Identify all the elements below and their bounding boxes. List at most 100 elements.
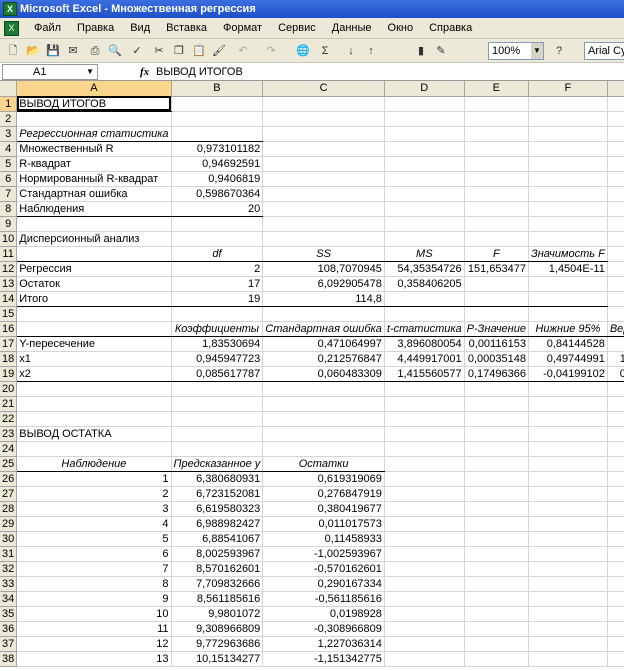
cell-e3[interactable]: [464, 126, 529, 142]
cell-d8[interactable]: [384, 201, 465, 217]
cell-b35[interactable]: 9,9801072: [171, 606, 264, 622]
menu-view[interactable]: Вид: [122, 18, 158, 39]
permission-icon[interactable]: ✉: [64, 42, 82, 60]
print-preview-icon[interactable]: 🔍: [106, 42, 124, 60]
cell-c27[interactable]: 0,276847919: [262, 486, 385, 502]
cell-e9[interactable]: [464, 216, 529, 232]
cell-a25[interactable]: Наблюдение: [16, 455, 172, 472]
cell-g20[interactable]: [607, 381, 624, 397]
cell-f8[interactable]: [528, 201, 608, 217]
cell-f15[interactable]: [528, 306, 608, 322]
autosum-icon[interactable]: Σ: [316, 42, 334, 60]
row-header[interactable]: 29: [0, 516, 18, 532]
cell-g3[interactable]: [607, 126, 624, 142]
cell-c25[interactable]: Остатки: [262, 455, 385, 472]
cell-a34[interactable]: 9: [16, 591, 172, 607]
chevron-down-icon[interactable]: ▼: [531, 43, 543, 59]
cell-c22[interactable]: [262, 411, 385, 427]
cell-g21[interactable]: [607, 396, 624, 412]
cell-a10[interactable]: Дисперсионный анализ: [16, 231, 172, 247]
cell-e30[interactable]: [464, 531, 529, 547]
cell-f17[interactable]: 0,84144528: [528, 336, 608, 352]
row-header[interactable]: 32: [0, 561, 18, 577]
menu-window[interactable]: Окно: [380, 18, 422, 39]
cell-c35[interactable]: 0,0198928: [262, 606, 385, 622]
cell-e5[interactable]: [464, 156, 529, 172]
cell-g8[interactable]: [607, 201, 624, 217]
cell-a15[interactable]: [16, 306, 172, 322]
font-select[interactable]: Arial Cy: [584, 42, 624, 60]
cell-d10[interactable]: [384, 231, 465, 247]
cell-a5[interactable]: R-квадрат: [16, 156, 172, 172]
cell-g35[interactable]: [607, 606, 624, 622]
cell-e20[interactable]: [464, 381, 529, 397]
cell-e16[interactable]: P-Значение: [464, 320, 529, 337]
cell-b11[interactable]: df: [171, 245, 264, 262]
cell-a36[interactable]: 11: [16, 621, 172, 637]
cell-a17[interactable]: Y-пересечение: [16, 336, 172, 352]
menu-edit[interactable]: Правка: [69, 18, 122, 39]
cell-c37[interactable]: 1,227036314: [262, 636, 385, 652]
cell-a28[interactable]: 3: [16, 501, 172, 517]
menu-help[interactable]: Справка: [421, 18, 480, 39]
cell-f7[interactable]: [528, 186, 608, 202]
cell-g18[interactable]: 1,39444553: [607, 351, 624, 367]
cell-c4[interactable]: [262, 141, 385, 157]
cell-d2[interactable]: [384, 111, 465, 127]
cell-d15[interactable]: [384, 306, 465, 322]
cell-d34[interactable]: [384, 591, 465, 607]
cell-f6[interactable]: [528, 171, 608, 187]
cell-g16[interactable]: Верхние 95%: [607, 320, 624, 337]
row-header[interactable]: 15: [0, 306, 18, 322]
cell-g25[interactable]: [607, 456, 624, 472]
cell-b36[interactable]: 9,308966809: [171, 621, 264, 637]
cell-b37[interactable]: 9,772963686: [171, 636, 264, 652]
cell-a27[interactable]: 2: [16, 486, 172, 502]
new-file-icon[interactable]: 🗋: [4, 42, 22, 60]
cell-b26[interactable]: 6,380680931: [171, 471, 264, 487]
cell-b23[interactable]: [171, 426, 264, 442]
cell-d9[interactable]: [384, 216, 465, 232]
cell-f35[interactable]: [528, 606, 608, 622]
cell-g9[interactable]: [607, 216, 624, 232]
row-header[interactable]: 37: [0, 636, 18, 652]
row-header[interactable]: 19: [0, 366, 18, 382]
cell-g24[interactable]: [607, 441, 624, 457]
column-header-a[interactable]: A: [16, 81, 172, 97]
cell-c14[interactable]: 114,8: [262, 291, 385, 307]
cell-c32[interactable]: -0,570162601: [262, 561, 385, 577]
cell-a30[interactable]: 5: [16, 531, 172, 547]
cell-c28[interactable]: 0,380419677: [262, 501, 385, 517]
paste-icon[interactable]: 📋: [190, 42, 208, 60]
row-header[interactable]: 26: [0, 471, 18, 487]
cell-c34[interactable]: -0,561185616: [262, 591, 385, 607]
cell-a20[interactable]: [16, 381, 172, 397]
cell-f34[interactable]: [528, 591, 608, 607]
column-header-f[interactable]: F: [528, 81, 608, 97]
cell-d1[interactable]: [384, 96, 465, 112]
cell-f23[interactable]: [528, 426, 608, 442]
row-header[interactable]: 21: [0, 396, 18, 412]
cell-c13[interactable]: 6,092905478: [262, 276, 385, 292]
cell-b1[interactable]: [171, 96, 264, 112]
cell-b32[interactable]: 8,570162601: [171, 561, 264, 577]
cell-e12[interactable]: 151,653477: [464, 261, 529, 277]
row-header[interactable]: 12: [0, 261, 18, 277]
cell-c17[interactable]: 0,471064997: [262, 336, 385, 352]
save-icon[interactable]: 💾: [44, 42, 62, 60]
cell-b7[interactable]: 0,598670364: [171, 186, 264, 202]
row-header[interactable]: 35: [0, 606, 18, 622]
cell-b30[interactable]: 6,88541067: [171, 531, 264, 547]
row-header[interactable]: 38: [0, 651, 18, 667]
cell-d6[interactable]: [384, 171, 465, 187]
row-header[interactable]: 33: [0, 576, 18, 592]
cell-g5[interactable]: [607, 156, 624, 172]
drawing-icon[interactable]: ✎: [432, 42, 450, 60]
print-icon[interactable]: ⎙: [86, 42, 104, 60]
cell-d26[interactable]: [384, 471, 465, 487]
cell-c3[interactable]: [262, 126, 385, 142]
cell-f14[interactable]: [528, 291, 608, 307]
cell-d37[interactable]: [384, 636, 465, 652]
row-header[interactable]: 11: [0, 246, 18, 262]
row-header[interactable]: 24: [0, 441, 18, 457]
